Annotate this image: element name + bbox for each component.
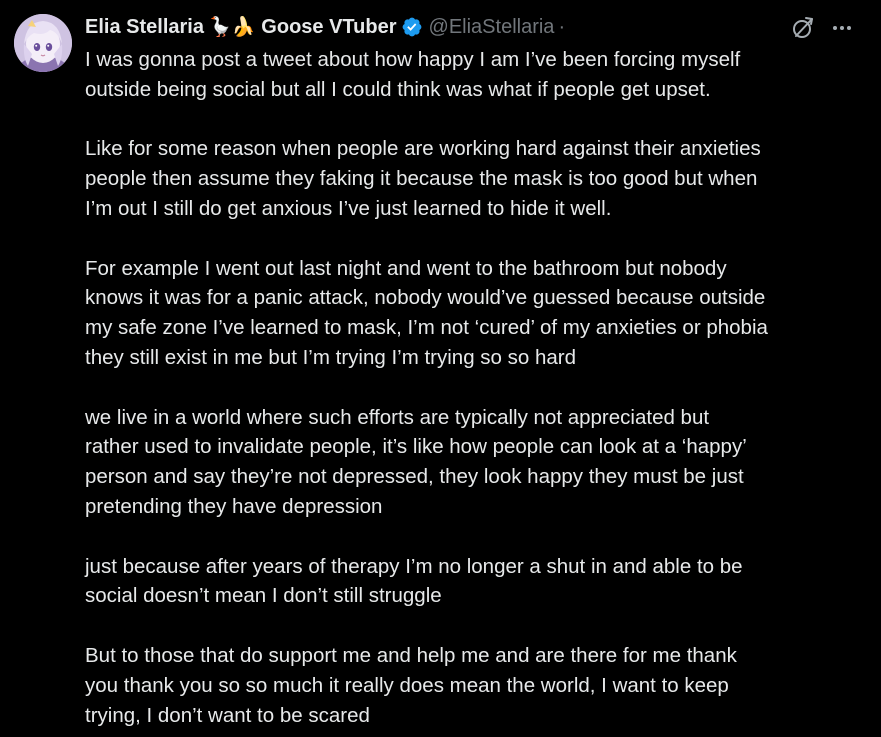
verified-badge-icon[interactable] <box>401 16 423 38</box>
tweet-paragraph: For example I went out last night and we… <box>85 256 768 369</box>
display-name-tag[interactable]: Goose VTuber <box>261 16 396 39</box>
avatar[interactable] <box>14 14 72 72</box>
more-options-icon[interactable] <box>829 15 855 41</box>
tweet-paragraph: we live in a world where such efforts ar… <box>85 405 747 518</box>
tweet-paragraph: Like for some reason when people are wor… <box>85 137 761 220</box>
grok-icon[interactable] <box>790 15 816 41</box>
tweet-paragraph: just because after years of therapy I’m … <box>85 554 743 608</box>
name-emojis: 🪿🍌 <box>207 16 256 38</box>
tweet-text: I was gonna post a tweet about how happy… <box>85 45 865 737</box>
tweet-paragraph: But to those that do support me and help… <box>85 643 737 727</box>
handle[interactable]: @EliaStellaria <box>429 16 555 39</box>
tweet-header: Elia Stellaria 🪿🍌 Goose VTuber @EliaStel… <box>85 13 565 41</box>
avatar-image <box>14 14 72 72</box>
display-name[interactable]: Elia Stellaria <box>85 16 204 39</box>
tweet: Elia Stellaria 🪿🍌 Goose VTuber @EliaStel… <box>0 0 881 737</box>
tweet-paragraph: I was gonna post a tweet about how happy… <box>85 48 741 101</box>
separator-dot: · <box>558 15 566 38</box>
